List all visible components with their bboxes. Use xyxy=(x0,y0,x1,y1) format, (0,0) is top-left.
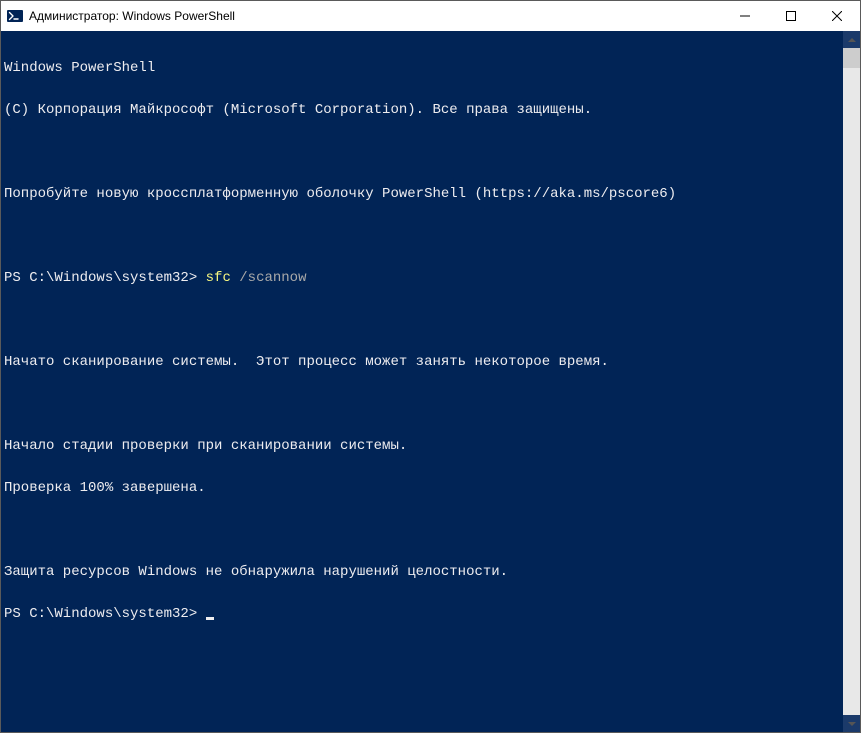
console-line: Начато сканирование системы. Этот процес… xyxy=(4,355,843,369)
scroll-thumb[interactable] xyxy=(843,48,860,68)
scroll-up-button[interactable] xyxy=(843,31,860,48)
titlebar[interactable]: Администратор: Windows PowerShell xyxy=(1,1,860,31)
maximize-button[interactable] xyxy=(768,1,814,31)
window-controls xyxy=(722,1,860,31)
console-line: (C) Корпорация Майкрософт (Microsoft Cor… xyxy=(4,103,843,117)
console-line: Попробуйте новую кроссплатформенную обол… xyxy=(4,187,843,201)
console-line xyxy=(4,397,843,411)
minimize-button[interactable] xyxy=(722,1,768,31)
powershell-window: Администратор: Windows PowerShell Window… xyxy=(0,0,861,733)
console-line xyxy=(4,313,843,327)
prompt-prefix: PS C:\Windows\system32> xyxy=(4,270,206,286)
console-line: Windows PowerShell xyxy=(4,61,843,75)
console-line xyxy=(4,145,843,159)
console-prompt-line: PS C:\Windows\system32> sfc /scannow xyxy=(4,271,843,285)
window-title: Администратор: Windows PowerShell xyxy=(29,9,722,23)
vertical-scrollbar[interactable] xyxy=(843,31,860,732)
scroll-down-button[interactable] xyxy=(843,715,860,732)
console-output[interactable]: Windows PowerShell (C) Корпорация Майкро… xyxy=(1,31,843,732)
prompt-command: sfc xyxy=(206,270,231,286)
prompt-argument: /scannow xyxy=(231,270,307,286)
console-prompt-line: PS C:\Windows\system32> xyxy=(4,607,843,621)
cursor-icon xyxy=(206,617,214,620)
close-button[interactable] xyxy=(814,1,860,31)
console-area: Windows PowerShell (C) Корпорация Майкро… xyxy=(1,31,860,732)
console-line xyxy=(4,229,843,243)
scroll-track[interactable] xyxy=(843,48,860,715)
prompt-prefix: PS C:\Windows\system32> xyxy=(4,606,206,622)
console-line: Проверка 100% завершена. xyxy=(4,481,843,495)
console-line: Защита ресурсов Windows не обнаружила на… xyxy=(4,565,843,579)
console-line xyxy=(4,523,843,537)
powershell-icon xyxy=(7,8,23,24)
console-line: Начало стадии проверки при сканировании … xyxy=(4,439,843,453)
